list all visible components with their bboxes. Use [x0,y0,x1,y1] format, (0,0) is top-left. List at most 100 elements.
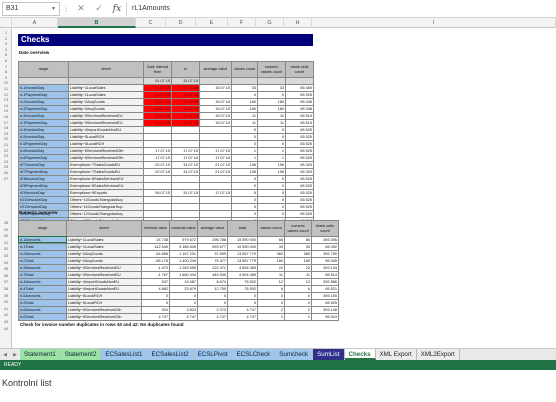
table-cell[interactable]: 11 [284,271,312,279]
table-cell[interactable]: 180 [257,98,286,106]
table-cell[interactable]: Liability~1LocalSales [66,243,142,251]
row-header[interactable]: 8 [0,69,11,74]
table-cell[interactable]: 65 524 [311,313,339,321]
row-header[interactable]: 31 [0,240,11,245]
table-cell[interactable] [199,133,232,141]
name-box[interactable]: B31 ▼ [2,1,60,16]
table-cell[interactable]: 17.07.15 [143,154,172,162]
table-cell[interactable]: Liability~3ServicesReceivedEU [68,119,144,127]
table-cell[interactable]: 02.07.15 [143,168,172,176]
table-cell[interactable]: 6 [284,285,312,293]
table-cell[interactable]: 31.07.15 [171,119,200,127]
table-cell[interactable]: Liability~2AcqGoods [66,250,142,258]
table-cell[interactable]: 24 738 [141,236,170,244]
table-cell[interactable]: Liability~4ImportGoodsNonEU [68,126,144,134]
table-cell[interactable]: 65 348 [285,98,314,106]
table-cell[interactable] [143,175,172,183]
table-cell[interactable]: Liability~6ServicesReceivedOth [68,147,144,155]
table-cell[interactable]: 66 [257,236,285,244]
table-cell[interactable]: 65 525 [285,140,314,148]
table-cell[interactable]: 0 [141,292,170,300]
table-cell[interactable]: 196 [231,168,258,176]
table-cell[interactable]: 4 894 369 [227,271,258,279]
table-cell[interactable]: rL6InvoiceDay [18,147,69,155]
table-cell[interactable]: 180 [231,105,258,113]
table-cell[interactable]: 31.07.15 [171,84,200,92]
table-cell[interactable]: 65 345 [311,257,339,265]
table-cell[interactable]: 0 [231,126,258,134]
table-cell[interactable]: 4 747 [227,313,258,321]
table-cell[interactable]: 17.07.15 [171,154,200,162]
table-cell[interactable]: 13 557 779 [227,250,258,258]
table-cell[interactable]: 0 [257,126,286,134]
table-cell[interactable] [171,182,200,190]
table-cell[interactable] [171,203,200,211]
tab-ecslcheck[interactable]: ECSLCheck [232,349,276,360]
table-cell[interactable]: 180 [257,105,286,113]
table-cell[interactable]: 21.07.15 [199,161,232,169]
table-cell[interactable]: 392 790 [311,250,339,258]
table-cell[interactable]: 0 [257,203,286,211]
row-header[interactable]: 19 [0,131,11,136]
table-cell[interactable]: 4 882 [141,285,170,293]
table-cell[interactable]: 196 [257,161,286,169]
select-all-corner[interactable] [0,18,12,28]
table-cell[interactable]: 0 [227,299,258,307]
table-cell[interactable]: 01.07.15 [143,98,172,106]
row-header[interactable]: 6 [0,58,11,63]
subheader-cell[interactable]: 31.07.15 [171,77,200,85]
table-cell[interactable]: 196 [257,168,286,176]
table-cell[interactable]: 0 [257,140,286,148]
table-cell[interactable]: rL1Total [18,243,67,251]
table-cell[interactable]: 76 502 [227,278,258,286]
cancel-icon[interactable]: ✕ [72,3,90,14]
table-cell[interactable]: 1 400 249 [169,257,198,265]
scroll-left-icon[interactable]: ◀ [0,349,10,360]
table-cell[interactable] [199,182,232,190]
table-cell[interactable]: 4 747 [227,306,258,314]
table-cell[interactable]: 1 [257,147,286,155]
table-cell[interactable] [143,140,172,148]
table-cell[interactable]: rE7PaymentDay [18,168,69,176]
table-cell[interactable]: 4 894 369 [227,264,258,272]
table-cell[interactable]: 0 [231,182,258,190]
table-cell[interactable]: 33 [257,243,285,251]
table-cell[interactable]: rE8PaymentDay [18,182,69,190]
table-cell[interactable]: 65 525 [285,196,314,204]
table-cell[interactable]: 65 525 [285,91,314,99]
table-cell[interactable]: Others~12GoodsTriangularAcq [68,210,144,218]
table-cell[interactable]: 01.07.15 [143,112,172,120]
table-cell[interactable]: 06.07.15 [143,189,172,197]
row-header[interactable]: 14 [0,103,11,108]
table-cell[interactable]: 360 [284,250,312,258]
table-cell[interactable]: 65 525 [285,133,314,141]
table-cell[interactable]: 0 [284,299,312,307]
table-cell[interactable] [171,140,200,148]
table-cell[interactable]: 0 [197,299,228,307]
table-cell[interactable]: 0 [284,292,312,300]
table-cell[interactable]: 142 540 [141,243,170,251]
row-header[interactable]: 44 [0,326,11,331]
table-cell[interactable]: 0 [227,292,258,300]
table-cell[interactable]: 31.07.15 [171,91,200,99]
table-cell[interactable]: rL3Total [18,271,67,279]
row-header[interactable]: 40 [0,299,11,304]
table-cell[interactable]: Exemptions~7SalesGoodsEU [68,161,144,169]
row-header[interactable]: 21 [0,142,11,147]
row-header[interactable]: 38 [0,286,11,291]
table-cell[interactable]: 1 [257,154,286,162]
table-cell[interactable]: 15.07.15 [199,119,232,127]
table-cell[interactable]: 65 525 [311,299,339,307]
table-cell[interactable]: 31.07.15 [171,112,200,120]
table-cell[interactable]: 33 [257,84,286,92]
table-cell[interactable]: 222 471 [197,264,228,272]
table-cell[interactable]: 65 525 [285,203,314,211]
table-cell[interactable]: 196 [231,161,258,169]
table-cell[interactable]: Liability~6ServicesReceivedOth [66,313,142,321]
table-cell[interactable]: 22 [284,264,312,272]
subheader-cell[interactable] [285,77,314,85]
table-cell[interactable]: 17.07.15 [143,147,172,155]
table-cell[interactable]: 66 [284,236,312,244]
table-cell[interactable]: Liability~5LocalRCH [68,133,144,141]
table-cell[interactable]: 1 [284,313,312,321]
